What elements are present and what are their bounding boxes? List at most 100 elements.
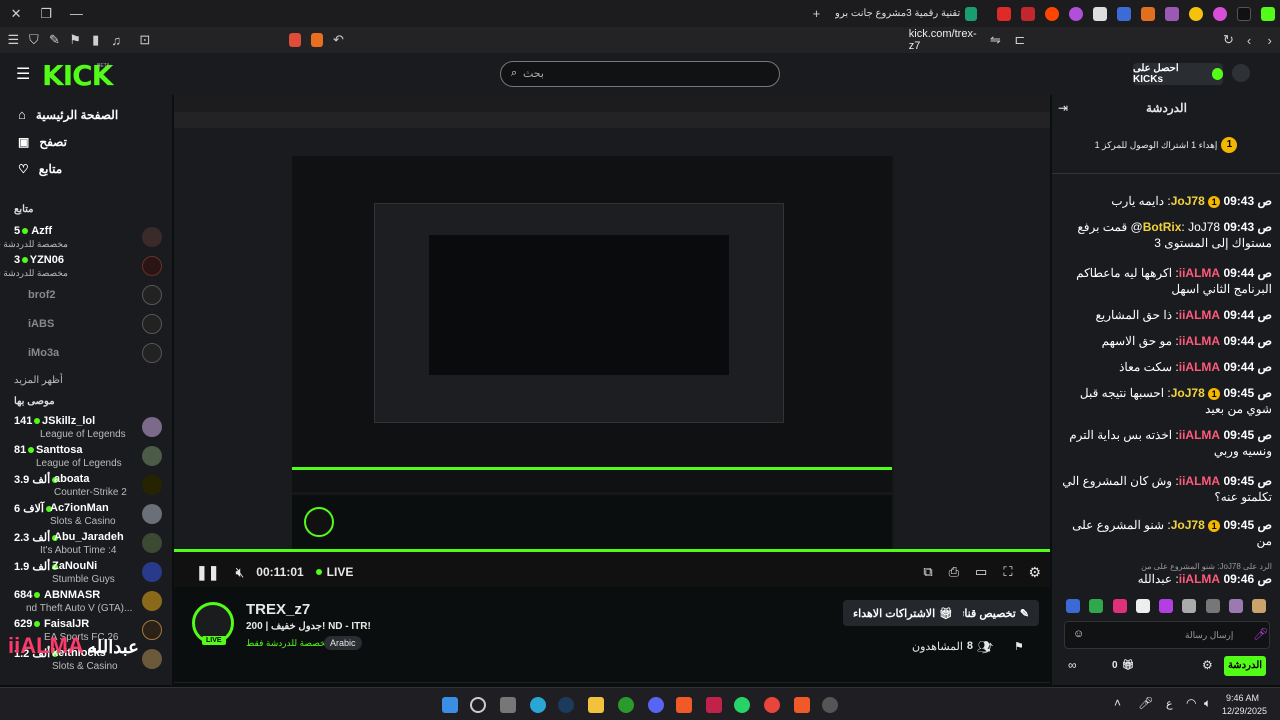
emote-icon[interactable] — [1228, 599, 1243, 613]
streamer-name[interactable]: TREX_z7 — [246, 601, 310, 618]
search-input[interactable]: ⌕ بحث — [500, 61, 780, 87]
tray-mic-icon[interactable]: 🎤︎ — [1138, 696, 1153, 710]
msg-user[interactable]: JoJ78 — [1171, 518, 1205, 532]
pinned-gift-banner[interactable]: إهداء 1 اشتراك الوصول للمركز 1 1 — [1052, 133, 1280, 157]
hamburger-menu-icon[interactable]: ☰ — [16, 64, 30, 84]
pip-icon[interactable]: ⧉ — [923, 564, 932, 580]
show-more-link[interactable]: أظهر المزيد — [0, 368, 172, 394]
emoji-picker-icon[interactable]: ☺ — [1073, 628, 1084, 640]
msg-user[interactable]: iiALMA — [1179, 572, 1220, 586]
app-tab-icon[interactable] — [1141, 6, 1155, 21]
msg-user[interactable]: iiALMA — [1179, 428, 1220, 442]
app-tab-icon[interactable] — [1093, 6, 1107, 21]
recommended-channel[interactable]: 81 Santtosa League of Legends — [0, 442, 172, 471]
keyboard-lang[interactable]: ع — [1166, 697, 1173, 710]
infinity-icon[interactable]: ∞ — [1068, 658, 1077, 672]
youtube-tab-icon[interactable] — [1021, 6, 1035, 21]
theater-icon[interactable]: ▭ — [975, 564, 987, 580]
language-tag[interactable]: Arabic — [324, 636, 362, 650]
menu-icon[interactable]: ☰ — [3, 32, 24, 48]
app-tab-icon[interactable] — [1117, 6, 1131, 21]
emote-icon[interactable] — [1066, 599, 1080, 613]
tray-chevron-icon[interactable]: ˄ — [1114, 696, 1121, 710]
msg-user[interactable]: iiALMA — [1179, 334, 1220, 348]
volume-icon[interactable]: 🔈︎ — [1204, 696, 1211, 711]
recommended-channel[interactable]: 141 JSkillz_lol League of Legends — [0, 413, 172, 442]
msg-user[interactable]: JoJ78 — [1171, 386, 1205, 400]
emote-icon[interactable] — [1089, 599, 1104, 613]
search-icon[interactable] — [470, 697, 486, 713]
emote-icon[interactable] — [1205, 599, 1220, 613]
restore-window-icon[interactable]: ❐ — [36, 6, 56, 22]
emote-icon[interactable] — [1182, 599, 1197, 613]
task-view-icon[interactable] — [500, 697, 516, 713]
screenshot-icon[interactable]: ⊡ — [135, 32, 156, 48]
clock-date[interactable]: 12/29/2025 — [1222, 706, 1267, 716]
following-channel-azff[interactable]: 5 Azff مخصصة للدردشة فقط — [0, 223, 172, 252]
whatsapp-icon[interactable] — [734, 697, 750, 713]
msg-user[interactable]: JoJ78 — [1171, 194, 1205, 208]
get-kicks-button[interactable]: احصل على KICKs — [1133, 63, 1223, 85]
bookmark-icon[interactable]: ⚑ — [65, 32, 86, 48]
send-chat-button[interactable]: الدردشة — [1224, 656, 1266, 676]
app-tab-icon[interactable] — [1189, 6, 1203, 21]
report-icon[interactable]: ⚑ — [1014, 640, 1024, 653]
nav-home[interactable]: الصفحة الرئيسية ⌂ — [0, 101, 172, 128]
forward-icon[interactable]: › — [1259, 33, 1280, 48]
video-progress-bar[interactable] — [174, 549, 1050, 552]
video-player[interactable] — [174, 95, 1050, 587]
url-text[interactable]: kick.com/trex-z7 — [909, 28, 977, 52]
emote-icon[interactable] — [1135, 599, 1150, 613]
recommended-channel[interactable]: 3.9 ألف aboata Counter-Strike 2 — [0, 471, 172, 500]
points-display[interactable]: 0 🎁︎ — [1112, 660, 1134, 671]
chrome-icon[interactable] — [764, 697, 780, 713]
brave-shield-icon[interactable] — [289, 33, 302, 47]
recommended-channel[interactable]: 684 ABNMASR nd Theft Auto V (GTA)... — [0, 587, 172, 616]
msg-user[interactable]: iiALMA — [1179, 266, 1220, 280]
following-channel-iabs[interactable]: iABS — [0, 310, 172, 339]
following-channel-yzn06[interactable]: 3 YZN06 مخصصة للدردشة فقط — [0, 252, 172, 281]
app-icon[interactable] — [822, 697, 838, 713]
tiktok-tab-icon[interactable] — [1237, 6, 1251, 21]
steam-icon[interactable] — [558, 697, 574, 713]
fullscreen-icon[interactable]: ⛶ — [1003, 564, 1012, 580]
recommended-channel[interactable]: 2.3 ألف Abu_Jaradeh It's About Time :4 — [0, 529, 172, 558]
msg-user[interactable]: BotRix — [1143, 220, 1182, 234]
user-avatar[interactable] — [1232, 64, 1250, 82]
clip-icon[interactable]: ⎙ — [949, 564, 959, 580]
bookmark-page-icon[interactable]: ⊏ — [1010, 32, 1031, 48]
following-channel-brof2[interactable]: brof2 — [0, 281, 172, 310]
msg-user[interactable]: iiALMA — [1179, 360, 1220, 374]
recommended-channel[interactable]: 6 آلاف Ac7ionMan Slots & Casino — [0, 500, 172, 529]
youtube-tab-icon[interactable] — [997, 6, 1011, 21]
nav-browse[interactable]: تصفح ▣ — [0, 128, 172, 155]
kick-tab-icon[interactable] — [1261, 6, 1275, 21]
nav-following[interactable]: متابع ♡ — [0, 155, 172, 182]
discord-icon[interactable] — [648, 697, 664, 713]
brave-rewards-icon[interactable] — [311, 33, 324, 47]
back-icon[interactable]: ‹ — [1239, 33, 1260, 48]
app-tab-icon[interactable] — [1069, 6, 1083, 21]
wifi-icon[interactable]: ◠ — [1186, 696, 1196, 710]
windows-start-icon[interactable] — [442, 697, 458, 713]
chat-settings-icon[interactable]: ⚙ — [1202, 658, 1213, 672]
share-icon[interactable]: ↶ — [328, 32, 349, 48]
shield-icon[interactable]: ⛉ — [24, 32, 45, 48]
xbox-icon[interactable] — [618, 697, 634, 713]
emote-icon[interactable] — [1112, 599, 1127, 613]
edge-icon[interactable] — [530, 697, 546, 713]
file-explorer-icon[interactable] — [588, 697, 604, 713]
app-tab-icon[interactable] — [1165, 6, 1179, 21]
reddit-tab-icon[interactable] — [1045, 6, 1059, 21]
chat-input[interactable]: ☺ إرسال رسالة 🎤︎ — [1064, 621, 1270, 649]
obs-icon[interactable] — [706, 697, 722, 713]
sidebar-icon[interactable]: ▮ — [85, 32, 106, 48]
emote-bar[interactable] — [1066, 599, 1266, 617]
pause-icon[interactable]: ❚❚ — [196, 564, 219, 581]
emote-icon[interactable] — [1159, 599, 1173, 613]
app-tab-icon[interactable] — [1213, 6, 1227, 21]
recommended-channel[interactable]: 1.9 ألف ZaNouNi Stumble Guys — [0, 558, 172, 587]
new-tab-icon[interactable]: + — [806, 6, 826, 21]
clock-time[interactable]: 9:46 AM — [1226, 693, 1259, 703]
collapse-chat-icon[interactable]: ⇥ — [1058, 101, 1068, 115]
